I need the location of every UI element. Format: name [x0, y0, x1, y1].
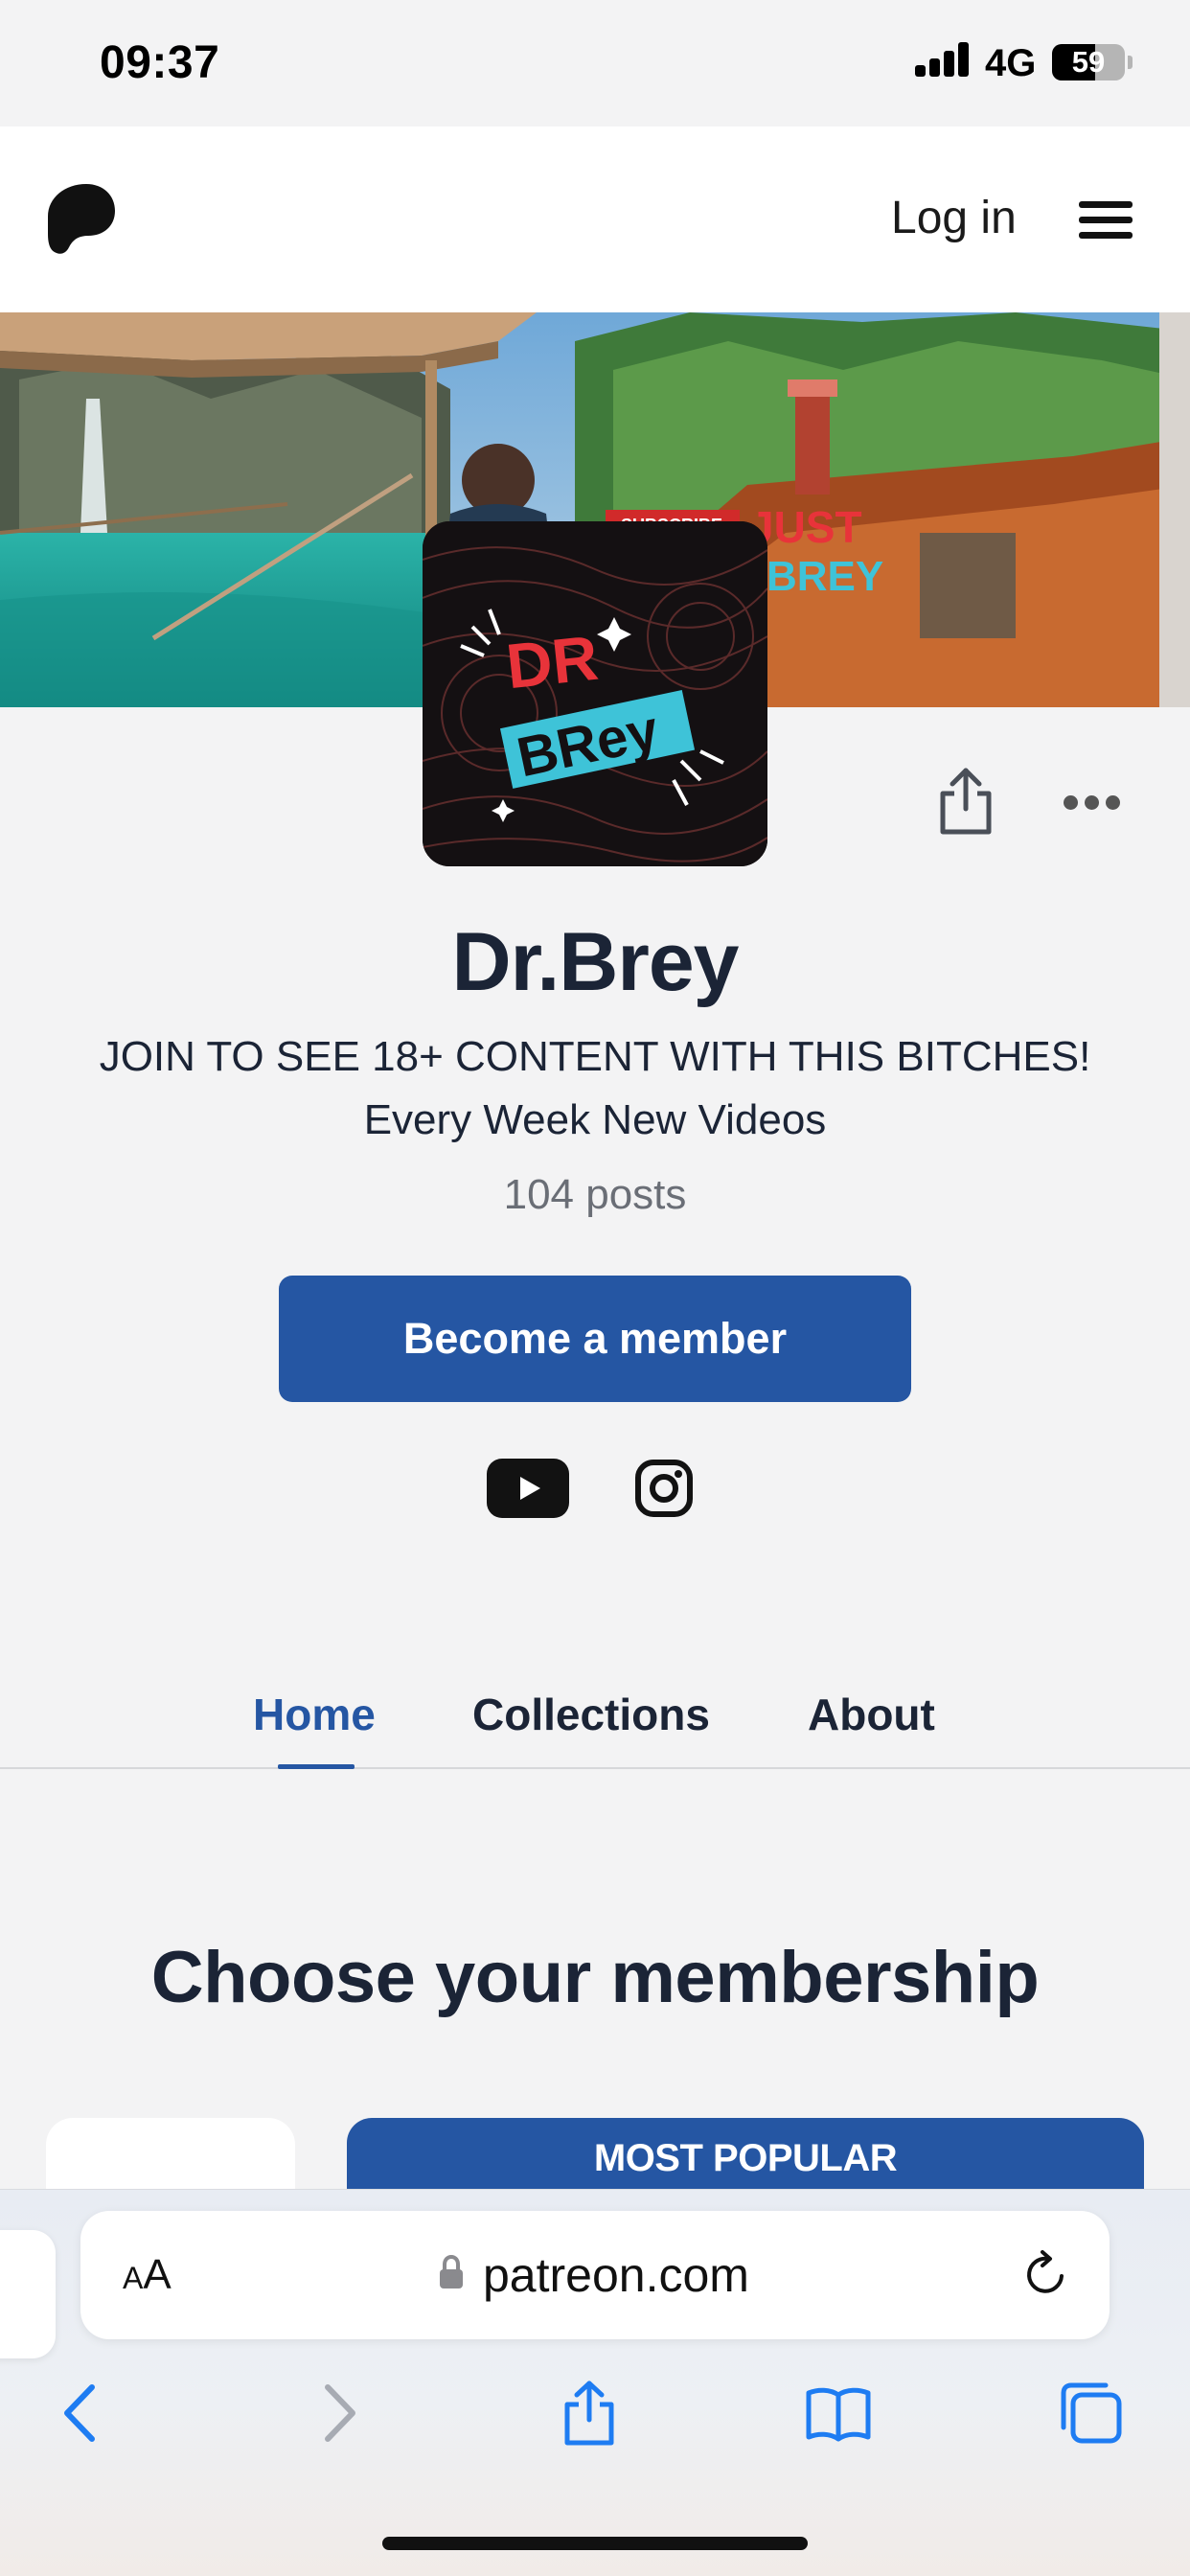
url-text[interactable]: patreon.com: [483, 2247, 749, 2303]
lock-icon: [440, 2255, 463, 2288]
share-icon[interactable]: [556, 2380, 623, 2447]
previous-tab-peek[interactable]: [0, 2230, 56, 2358]
reload-icon[interactable]: [1019, 2249, 1071, 2301]
membership-title: Choose your membership: [150, 1937, 1040, 2018]
patreon-logo-icon[interactable]: [48, 182, 115, 255]
tabs-icon[interactable]: [1058, 2380, 1125, 2447]
tab-about[interactable]: About: [808, 1689, 935, 1740]
battery-tip: [1128, 56, 1133, 69]
hamburger-menu-icon[interactable]: [1079, 201, 1133, 240]
profile-tabs: Home Collections About: [0, 1668, 1190, 1769]
instagram-icon[interactable]: [634, 1459, 694, 1518]
network-type: 4G: [985, 42, 1037, 84]
creator-tagline-line2: Every Week New Videos: [363, 1096, 827, 1143]
back-icon[interactable]: [48, 2380, 115, 2447]
status-time: 09:37: [100, 37, 220, 88]
cellular-signal-icon: [915, 42, 971, 77]
most-popular-badge: MOST POPULAR: [593, 2137, 898, 2179]
bookmarks-icon[interactable]: [805, 2380, 872, 2447]
text-size-label-small: A: [123, 2261, 144, 2295]
avatar-text-line1: DR: [503, 622, 602, 702]
avatar-artwork: DR BRey: [423, 521, 767, 866]
creator-tagline-line1: JOIN TO SEE 18+ CONTENT WITH THIS BITCHE…: [99, 1033, 1091, 1080]
become-member-button[interactable]: Become a member: [279, 1276, 911, 1402]
battery-icon: 59: [1052, 44, 1125, 80]
youtube-icon[interactable]: [487, 1459, 569, 1518]
login-link[interactable]: Log in: [891, 192, 1017, 244]
forward-icon[interactable]: [305, 2380, 372, 2447]
home-indicator: [382, 2537, 808, 2550]
share-icon[interactable]: [937, 767, 995, 836]
site-header: Log in: [0, 126, 1190, 312]
post-count: 104 posts: [503, 1171, 687, 1218]
tab-collections[interactable]: Collections: [472, 1689, 710, 1740]
creator-avatar: DR BRey: [423, 521, 767, 866]
address-bar[interactable]: AA patreon.com: [80, 2211, 1110, 2339]
tab-home[interactable]: Home: [253, 1689, 376, 1740]
status-bar: 09:37 4G 59: [0, 0, 1190, 126]
cover-overlay-text-2: BREY: [767, 553, 883, 600]
battery-percent: 59: [1071, 45, 1106, 79]
text-size-label-large: A: [143, 2251, 172, 2298]
creator-name: Dr.Brey: [451, 916, 740, 1008]
text-size-button[interactable]: AA: [123, 2251, 172, 2299]
browser-toolbar: AA patreon.com: [0, 2189, 1190, 2576]
active-tab-indicator: [278, 1764, 355, 1769]
more-options-icon[interactable]: [1064, 792, 1121, 815]
